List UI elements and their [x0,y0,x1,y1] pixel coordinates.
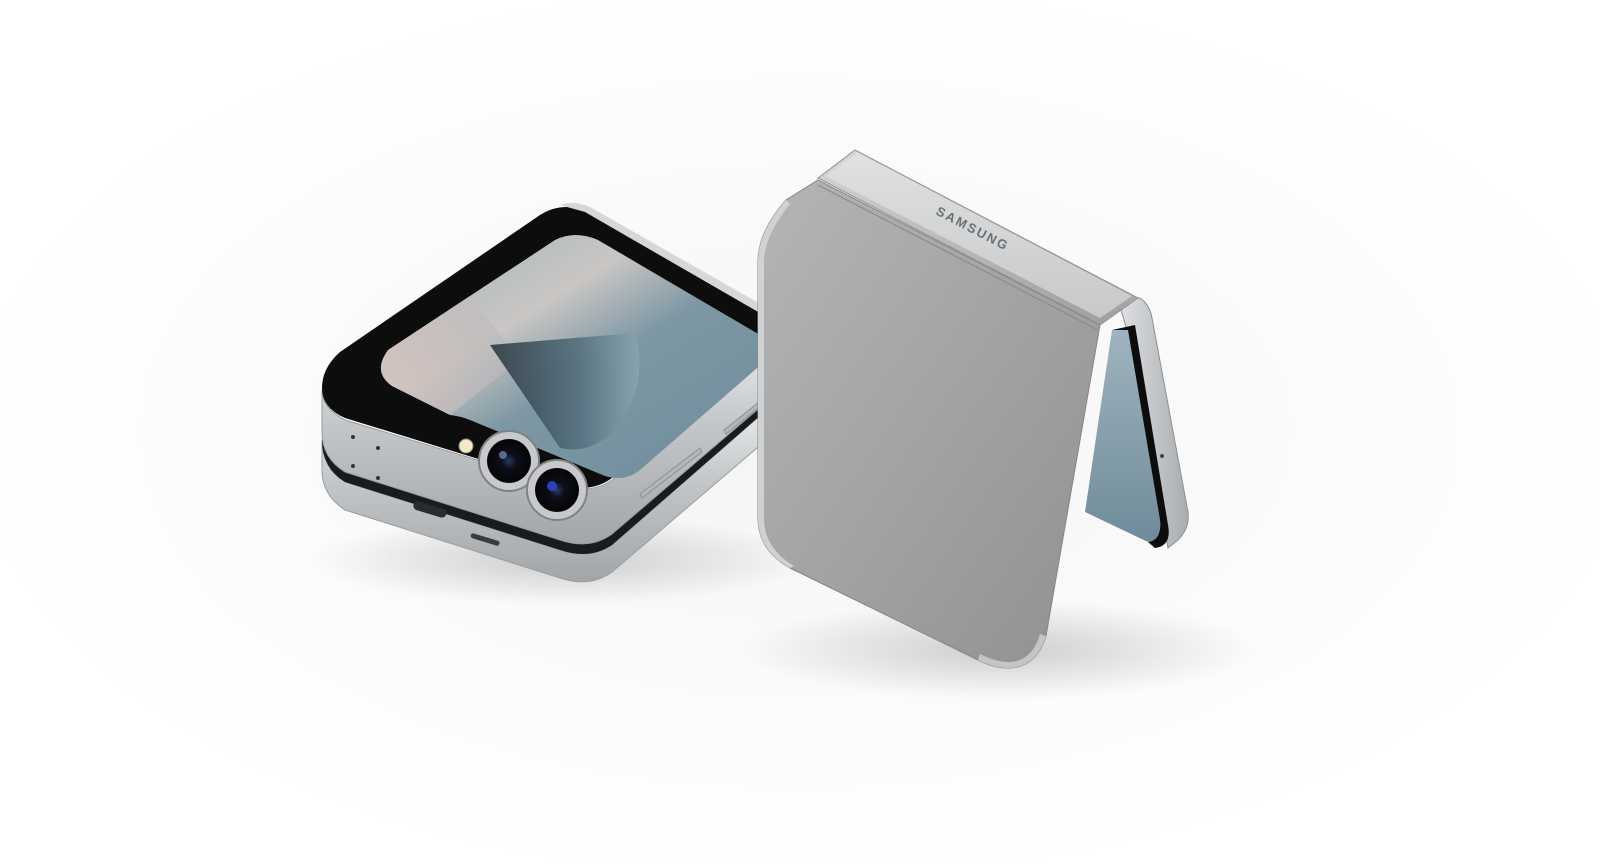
camera-lens-2-glint [547,481,557,491]
mic-hole [376,446,380,450]
flash-led [458,438,474,454]
tent-phone: SAMSUNG [757,149,1189,669]
side-pinhole [1160,454,1164,458]
product-scene: SAMSUNG [0,0,1600,864]
camera-lens-1 [487,439,531,483]
mic-hole [376,476,380,480]
mic-hole [351,464,355,468]
phones-illustration: SAMSUNG [310,149,1260,700]
camera-lens-1-glint [499,451,507,459]
mic-hole [351,435,355,439]
camera-lens-2 [535,468,579,512]
